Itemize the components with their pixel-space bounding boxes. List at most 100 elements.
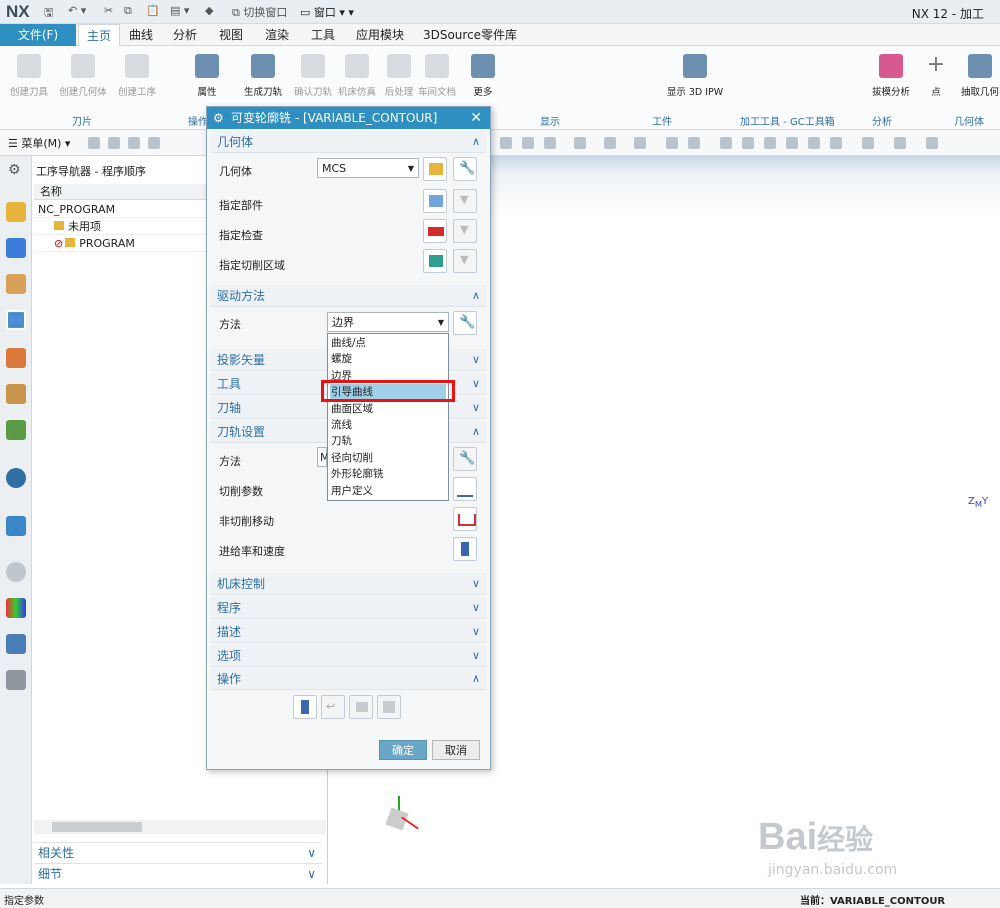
group-analysis[interactable]: 分析 (872, 113, 892, 128)
tab-view[interactable]: 视图 (214, 24, 248, 46)
option-user-defined[interactable]: 用户定义 (330, 483, 446, 499)
view-icon[interactable] (720, 137, 732, 149)
view-icon[interactable] (808, 137, 820, 149)
group-insert[interactable]: 刀片 (72, 113, 92, 128)
option-streamline[interactable]: 流线 (330, 417, 446, 433)
tab-home[interactable]: 主页 (78, 24, 120, 47)
machine-library-icon[interactable] (6, 384, 26, 404)
navigator-program-icon[interactable] (6, 202, 26, 222)
drive-method-select[interactable]: 边界 ▼ (327, 312, 449, 332)
specify-cut-area-button[interactable] (423, 249, 447, 273)
snap-icon[interactable] (522, 137, 534, 149)
cancel-button[interactable]: 取消 (432, 740, 480, 760)
cut-icon[interactable]: ✂ (104, 4, 113, 20)
ok-button[interactable]: 确定 (379, 740, 427, 760)
filter-icon[interactable] (128, 137, 140, 149)
group-gc-toolbox[interactable]: 加工工具 - GC工具箱 (740, 113, 835, 128)
info-icon[interactable] (6, 468, 26, 488)
navigator-method-icon[interactable] (6, 274, 26, 294)
edit-drive-method-button[interactable]: 🔧 (453, 311, 477, 335)
view-icon[interactable] (894, 137, 906, 149)
close-icon[interactable]: ✕ (470, 107, 482, 129)
geometry-select[interactable]: MCS ▼ (317, 158, 419, 178)
point-button[interactable]: + 点 (916, 50, 956, 110)
view-icon[interactable] (830, 137, 842, 149)
view-icon[interactable] (786, 137, 798, 149)
roles-icon[interactable] (6, 634, 26, 654)
more-button[interactable]: 更多 (456, 50, 510, 110)
cut-params-button[interactable] (453, 477, 477, 501)
snap-icon[interactable] (574, 137, 586, 149)
dialog-title[interactable]: ⚙ 可变轮廓铣 - [VARIABLE_CONTOUR] ✕ (207, 107, 490, 129)
option-profile-milling[interactable]: 外形轮廓铣 (330, 466, 446, 482)
tab-tools[interactable]: 工具 (306, 24, 340, 46)
create-tool-button[interactable]: 创建刀具 (2, 50, 56, 110)
repeat-command-icon[interactable]: ▤ ▾ (170, 4, 189, 20)
tab-3dsource[interactable]: 3DSource零件库 (420, 24, 520, 46)
filter-icon[interactable] (88, 137, 100, 149)
feeds-button[interactable] (453, 537, 477, 561)
tab-curve[interactable]: 曲线 (124, 24, 158, 46)
snap-icon[interactable] (544, 137, 556, 149)
group-geometry[interactable]: 几何体 (954, 113, 984, 128)
generate-toolpath-button[interactable]: 生成刀轨 (236, 50, 290, 110)
copy-icon[interactable]: ⧉ (124, 4, 132, 20)
reuse-library-icon[interactable] (6, 348, 26, 368)
snap-icon[interactable] (500, 137, 512, 149)
tab-applications[interactable]: 应用模块 (352, 24, 408, 46)
extract-geometry-button[interactable]: 抽取几何 (956, 50, 1000, 110)
create-geometry-button[interactable]: 创建几何体 (56, 50, 110, 110)
section-details[interactable]: 细节 ∨ (34, 863, 322, 883)
group-display[interactable]: 显示 (540, 113, 560, 128)
history-icon[interactable] (6, 562, 26, 582)
option-radial-cut[interactable]: 径向切削 (330, 450, 446, 466)
navigator-geometry-icon[interactable] (6, 310, 26, 330)
tab-analysis[interactable]: 分析 (168, 24, 202, 46)
option-curve-point[interactable]: 曲线/点 (330, 335, 446, 351)
filter-icon[interactable] (108, 137, 120, 149)
tab-render[interactable]: 渲染 (260, 24, 294, 46)
filter-icon[interactable] (148, 137, 160, 149)
group-workpiece[interactable]: 工件 (652, 113, 672, 128)
non-cut-button[interactable] (453, 507, 477, 531)
path-method-select[interactable]: M (317, 447, 330, 467)
section-drive-method[interactable]: 驱动方法 ∧ (211, 285, 486, 307)
palette-icon[interactable] (6, 598, 26, 618)
section-description[interactable]: 描述 ∨ (211, 621, 486, 643)
window-menu[interactable]: ▭ 窗口 ▾ ▾ (300, 4, 354, 20)
report-icon[interactable] (6, 516, 26, 536)
scroll-thumb[interactable] (52, 822, 142, 832)
show-3d-ipw-button[interactable]: 显示 3D IPW (664, 50, 726, 110)
view-icon[interactable] (764, 137, 776, 149)
section-machine-control[interactable]: 机床控制 ∨ (211, 573, 486, 595)
edit-geometry-button[interactable]: 🔧 (453, 157, 477, 181)
properties-button[interactable]: 属性 (180, 50, 234, 110)
generate-button[interactable] (293, 695, 317, 719)
create-operation-button[interactable]: 创建工序 (110, 50, 164, 110)
snap-icon[interactable] (604, 137, 616, 149)
option-surface-area[interactable]: 曲面区域 (330, 401, 446, 417)
specify-check-button[interactable] (423, 219, 447, 243)
section-dependencies[interactable]: 相关性 ∨ (34, 842, 322, 862)
switch-window-button[interactable]: ⧉ 切换窗口 (232, 4, 287, 20)
snap-icon[interactable] (666, 137, 678, 149)
section-geometry[interactable]: 几何体 ∧ (211, 131, 486, 153)
new-geometry-button[interactable] (423, 157, 447, 181)
menu-button[interactable]: ☰ 菜单(M) ▾ (8, 135, 70, 151)
option-toolpath[interactable]: 刀轨 (330, 433, 446, 449)
undo-icon[interactable]: ↶ ▾ (68, 4, 86, 20)
specify-part-button[interactable] (423, 189, 447, 213)
option-spiral[interactable]: 螺旋 (330, 351, 446, 367)
tool-library-icon[interactable] (6, 420, 26, 440)
section-options[interactable]: 选项 ∨ (211, 645, 486, 667)
save-icon[interactable]: 🖫 (44, 4, 53, 20)
section-actions[interactable]: 操作 ∧ (211, 668, 486, 690)
group-operation[interactable]: 操作 (188, 113, 208, 128)
settings-icon[interactable]: ⚙ (8, 162, 21, 178)
snap-icon[interactable] (634, 137, 646, 149)
tab-file[interactable]: 文件(F) (0, 24, 76, 46)
navigator-machine-icon[interactable] (6, 238, 26, 258)
paste-icon[interactable]: 📋 (146, 4, 160, 20)
view-icon[interactable] (926, 137, 938, 149)
view-icon[interactable] (742, 137, 754, 149)
